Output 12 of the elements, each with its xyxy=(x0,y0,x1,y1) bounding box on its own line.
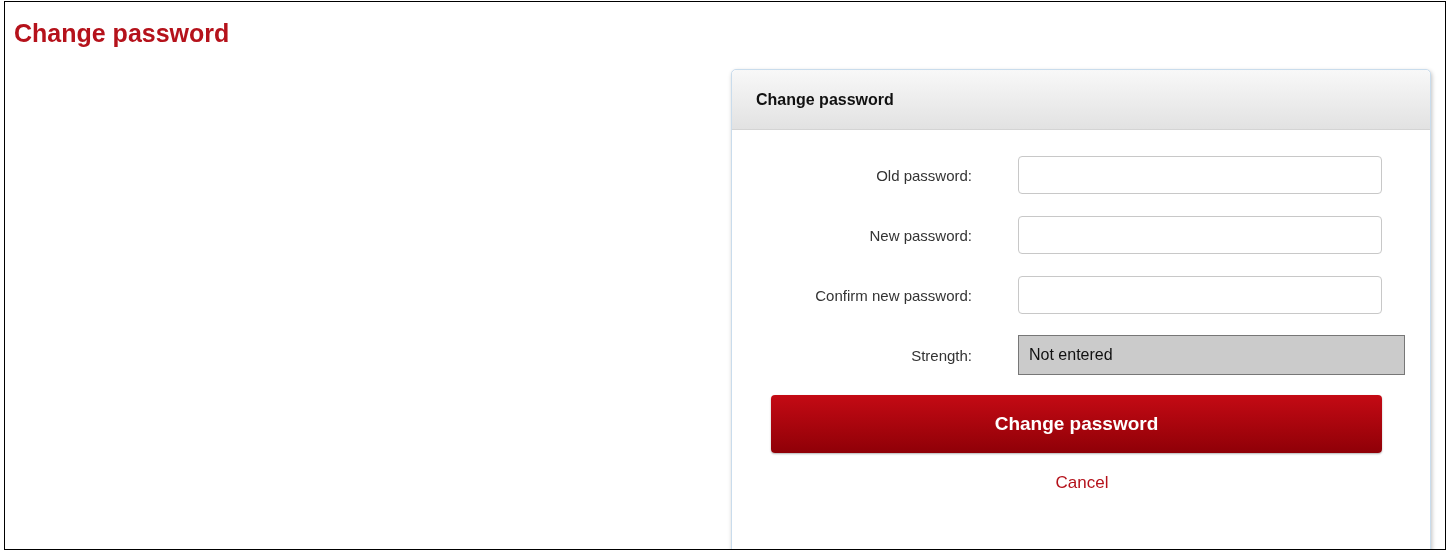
field-label: Old password: xyxy=(876,166,972,184)
panel-title: Change password xyxy=(756,90,894,109)
field-label: Confirm new password: xyxy=(815,286,972,304)
password-field[interactable] xyxy=(1018,216,1382,254)
password-field[interactable] xyxy=(1018,276,1382,314)
change-password-button[interactable]: Change password xyxy=(771,395,1382,453)
password-field[interactable] xyxy=(1018,156,1382,194)
page-title: Change password xyxy=(14,18,230,48)
strength-indicator: Not entered xyxy=(1018,335,1405,375)
field-label: New password: xyxy=(869,226,972,244)
cancel-link[interactable]: Cancel xyxy=(1055,473,1109,493)
field-label: Strength: xyxy=(911,346,972,364)
